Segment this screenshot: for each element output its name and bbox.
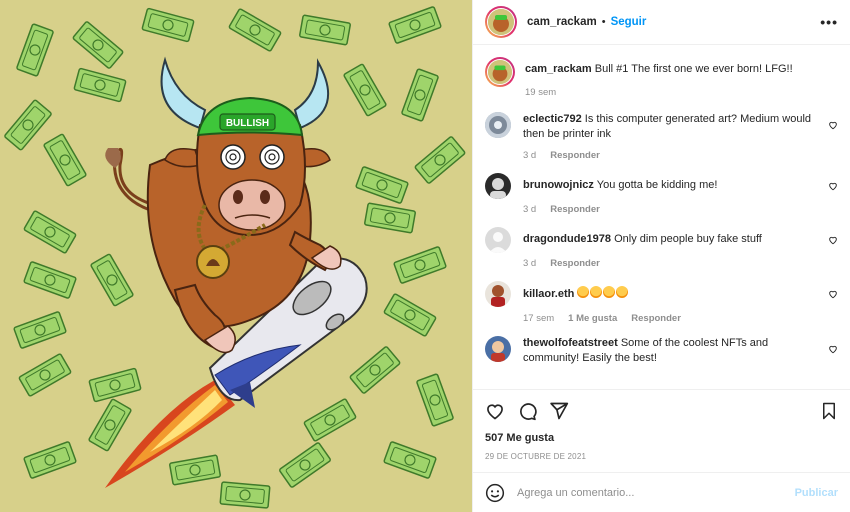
comment-item: dragondude1978 Only dim people buy fake … xyxy=(485,227,838,269)
like-comment-heart-icon[interactable] xyxy=(828,181,838,191)
comments-list[interactable]: cam_rackam Bull #1 The first one we ever… xyxy=(473,45,850,388)
reply-button[interactable]: Responder xyxy=(550,204,600,215)
post-side-panel: cam_rackam • Seguir ••• cam_rackam Bull … xyxy=(472,0,850,512)
comment-composer: Publicar xyxy=(473,472,850,512)
like-comment-heart-icon[interactable] xyxy=(828,289,838,299)
reply-button[interactable]: Responder xyxy=(550,150,600,161)
fire-emoji-icons xyxy=(577,286,629,300)
like-comment-heart-icon[interactable] xyxy=(828,344,838,354)
bookmark-icon[interactable] xyxy=(820,401,838,421)
comment-input[interactable] xyxy=(517,486,795,499)
comment-username[interactable]: thewolfofeatstreet xyxy=(523,337,618,349)
post-actions: 507 Me gusta 29 DE OCTUBRE DE 2021 xyxy=(473,389,850,461)
likes-count[interactable]: 507 Me gusta xyxy=(485,432,838,444)
follow-button[interactable]: Seguir xyxy=(611,16,647,28)
comment-time[interactable]: 3 d xyxy=(523,150,536,161)
comment-text: Only dim people buy fake stuff xyxy=(614,233,762,245)
post-header: cam_rackam • Seguir ••• xyxy=(473,0,850,45)
publish-button[interactable]: Publicar xyxy=(795,487,838,499)
author-username[interactable]: cam_rackam xyxy=(527,16,597,28)
smiley-icon[interactable] xyxy=(485,483,505,503)
bull-artwork: BULLISH xyxy=(0,0,472,512)
comment-username[interactable]: eclectic792 xyxy=(523,113,582,125)
comment-time[interactable]: 17 sem xyxy=(523,313,554,324)
share-icon[interactable] xyxy=(549,401,569,421)
comment-username[interactable]: brunowojnicz xyxy=(523,179,594,191)
caption-time[interactable]: 19 sem xyxy=(525,87,556,98)
caption-text: Bull #1 The first one we ever born! LFG!… xyxy=(594,63,793,75)
separator-dot: • xyxy=(601,16,606,28)
instagram-post: BULLISH cam_rackam • Seguir ••• cam_rack… xyxy=(0,0,850,512)
comment-icon[interactable] xyxy=(517,401,537,421)
comment-username[interactable]: killaor.eth xyxy=(523,288,574,300)
commenter-avatar[interactable] xyxy=(485,173,511,199)
commenter-avatar[interactable] xyxy=(485,281,511,307)
post-date: 29 DE OCTUBRE DE 2021 xyxy=(485,452,587,461)
commenter-avatar[interactable] xyxy=(485,112,511,138)
comment-item: thewolfofeatstreet Some of the coolest N… xyxy=(485,336,838,366)
comment-likes[interactable]: 1 Me gusta xyxy=(568,313,617,324)
more-icon[interactable]: ••• xyxy=(820,14,838,30)
comment-item: brunowojnicz You gotta be kidding me! 3 … xyxy=(485,173,838,215)
caption-username[interactable]: cam_rackam xyxy=(525,63,592,75)
comment-username[interactable]: dragondude1978 xyxy=(523,233,611,245)
comment-time[interactable]: 3 d xyxy=(523,204,536,215)
like-comment-heart-icon[interactable] xyxy=(828,235,838,245)
comment-item: eclectic792 Is this computer generated a… xyxy=(485,112,838,161)
heart-icon[interactable] xyxy=(485,401,505,421)
reply-button[interactable]: Responder xyxy=(631,313,681,324)
hat-label: BULLISH xyxy=(226,118,269,129)
post-image[interactable]: BULLISH xyxy=(0,0,472,512)
comment-time[interactable]: 3 d xyxy=(523,258,536,269)
reply-button[interactable]: Responder xyxy=(550,258,600,269)
commenter-avatar[interactable] xyxy=(485,227,511,253)
like-comment-heart-icon[interactable] xyxy=(828,120,838,130)
commenter-avatar[interactable] xyxy=(485,336,511,362)
comment-item: killaor.eth 17 sem 1 Me gusta Responder xyxy=(485,281,838,324)
comment-text: You gotta be kidding me! xyxy=(596,179,718,191)
caption: cam_rackam Bull #1 The first one we ever… xyxy=(485,57,838,98)
author-avatar[interactable] xyxy=(485,6,517,38)
caption-avatar[interactable] xyxy=(485,57,515,87)
